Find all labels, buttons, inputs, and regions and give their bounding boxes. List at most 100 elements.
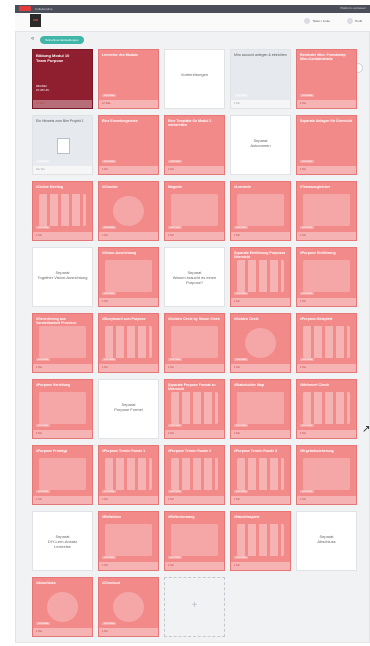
card-footer: 1 Teil: [99, 496, 158, 504]
board-card[interactable]: #Checkin Lernreise 1 Teil: [98, 181, 159, 241]
board-card[interactable]: #Lernziele Lernreise 1 Teil: [230, 181, 291, 241]
card-tag: Lernreise: [36, 160, 51, 163]
card-tag: Lernreise: [102, 556, 117, 559]
card-thumbnail: [171, 392, 218, 424]
card-title: #Abschluss: [36, 581, 56, 585]
board-card[interactable]: Lernreise des Moduls Lernreise 12 Teile: [98, 49, 159, 109]
profile-button[interactable]: Profil: [347, 18, 362, 24]
board-card[interactable]: Separate Einführung Purposes Übersicht Le…: [230, 247, 291, 307]
board-card[interactable]: Separate Purpose Format zu Übersicht Lern…: [164, 379, 225, 439]
board-card[interactable]: #Golden Circle Lernreise 1 Teil: [230, 313, 291, 373]
board-card[interactable]: #Golden Circle by Simon Sinek Lernreise 1 …: [164, 313, 225, 373]
board-card[interactable]: #Purpose-Beispiele Lernreise 1 Teil: [296, 313, 357, 373]
card-title: Reminder Miro: Formatstep Miro-Kontaktde…: [300, 53, 346, 61]
card-footer: 1 Teil: [231, 232, 290, 240]
board-card[interactable]: Vorbereitungen: [164, 49, 225, 109]
card-tag: Lernreise: [300, 424, 315, 427]
card-tag: Lernreise: [300, 292, 315, 295]
card-title: Separate Einführung Purposes Übersicht: [234, 251, 286, 259]
board-card[interactable]: Miro account anlegen & einrichten Lernrei…: [230, 49, 291, 109]
board-card[interactable]: #Checkout Lernreise 1 Teil: [98, 577, 159, 637]
card-tag: Lernreise: [102, 490, 117, 493]
app-header: ON Teilen / Invite Profil: [15, 13, 370, 31]
board-card[interactable]: #Reflexionsweg Lernreise 1 Teil: [164, 511, 225, 571]
card-thumbnail: [237, 392, 284, 424]
card-footer: 1 Teil: [297, 298, 356, 306]
card-date: 06/2022 07-08 Uhr: [36, 84, 50, 92]
card-footer: 1 Teil: [297, 496, 356, 504]
cursor-icon: ↗: [362, 424, 370, 435]
board-card[interactable]: #Mehrwert Check Lernreise 1 Teil: [296, 379, 357, 439]
board-card[interactable]: #Reflektion Lernreise 1 Teil: [98, 511, 159, 571]
card-footer: 1 Teil: [165, 496, 224, 504]
leave-platform-link[interactable]: Plattform verlassen: [340, 6, 366, 10]
add-card-button[interactable]: +: [164, 577, 225, 637]
card-thumbnail: [303, 392, 350, 424]
settings-chip[interactable]: Teilnehmer-Einstellungen: [40, 36, 84, 44]
profile-label: Profil: [355, 19, 362, 23]
board-card[interactable]: #Purpose Termin Runde 3 Lernreise 1 Teil: [230, 445, 291, 505]
card-footer: 1 Teil: [99, 298, 158, 306]
card-footer: 1 Teil: [99, 364, 158, 372]
board-card[interactable]: Bildung Modul 10 Team Purpose 06/2022 07-…: [32, 49, 93, 109]
card-footer: 1 Teil: [231, 298, 290, 306]
board-card[interactable]: #Purpose Prototyp Lernreise 1 Teil: [32, 445, 93, 505]
card-thumbnail: [171, 458, 218, 490]
card-title: Separate Anlagen für Übersicht: [300, 119, 353, 123]
card-thumbnail: [39, 392, 86, 424]
back-icon[interactable]: «: [31, 36, 34, 42]
card-center-label: Separat Purpose Formel: [114, 402, 143, 412]
board-card[interactable]: Eine Erwartungsreise Lernreise 1 Teil: [98, 115, 159, 175]
board-card[interactable]: Ein Hinweis zum Bim Projekt 1 Lernreise Nu…: [32, 115, 93, 175]
board-card[interactable]: Separat Abschluss: [296, 511, 357, 571]
card-center-label: Separat Ankommen: [250, 138, 271, 148]
card-thumbnail: [113, 592, 144, 622]
card-grid: Bildung Modul 10 Team Purpose 06/2022 07-…: [32, 49, 357, 637]
card-center-label: Separat Abschluss: [317, 534, 336, 544]
card-thumbnail: [303, 194, 350, 226]
card-footer: 1 Teil: [33, 496, 92, 504]
board-card[interactable]: #Purpose Termin Runde 2 Lernreise 1 Teil: [164, 445, 225, 505]
card-center-label: Separat DIY-Lern-Ansatz Lernreise: [47, 534, 78, 549]
board-card[interactable]: #Ergebnissicherung Lernreise 1 Teil: [296, 445, 357, 505]
board-card[interactable]: #Purpose Einführung Lernreise 1 Teil: [296, 247, 357, 307]
card-footer: 1 Teil: [165, 232, 224, 240]
board-card[interactable]: #Purpose Herleitung Lernreise 1 Teil: [32, 379, 93, 439]
card-tag: Lernreise: [102, 622, 117, 625]
board-card[interactable]: #Stakeholder Map Lernreise 1 Teil: [230, 379, 291, 439]
card-title: #Vision-Ausrichtung: [102, 251, 137, 255]
top-bar-title: Collaborative: [35, 6, 53, 11]
board-card[interactable]: #Online Meeting Lernreise 1 Teil: [32, 181, 93, 241]
board-card[interactable]: Separat Purpose Formel: [98, 379, 159, 439]
card-footer: 1 Teil: [297, 364, 356, 372]
board-card[interactable]: #Vision-Ausrichtung Lernreise 1 Teil: [98, 247, 159, 307]
card-thumbnail: [47, 592, 78, 622]
board-card[interactable]: #Handelsspiele Lernreise 1 Teil: [230, 511, 291, 571]
share-label: Teilen / Invite: [312, 19, 330, 23]
board-card[interactable]: #Storyboard zum Purpose Lernreise 1 Teil: [98, 313, 159, 373]
board-card[interactable]: Separate Anlagen für Übersicht Lernreise 1…: [296, 115, 357, 175]
board-card[interactable]: #Purpose Termin Runde 1 Lernreise 1 Teil: [98, 445, 159, 505]
card-center-label: Vorbereitungen: [180, 72, 209, 77]
card-tag: Lernreise: [102, 94, 117, 97]
share-button[interactable]: Teilen / Invite: [304, 18, 330, 24]
board-card[interactable]: #Abschluss Lernreise 1 Teil: [32, 577, 93, 637]
board-card[interactable]: Separat Ankommen: [230, 115, 291, 175]
card-title: #Mehrwert Check: [300, 383, 329, 387]
card-thumbnail: [237, 194, 284, 226]
board-card[interactable]: Separat Warum braucht es einen Purpose?: [164, 247, 225, 307]
board-card[interactable]: #Teamausgleicher Lernreise 1 Teil: [296, 181, 357, 241]
top-bar-left: Collaborative: [19, 6, 53, 11]
board-card[interactable]: Eine Template für Modul 2 vorbereiten Ler…: [164, 115, 225, 175]
card-tag: Lernreise: [300, 358, 315, 361]
board-card[interactable]: Separat DIY-Lern-Ansatz Lernreise: [32, 511, 93, 571]
card-title: #Purpose Termin Runde 2: [168, 449, 212, 453]
card-thumbnail: [105, 458, 152, 490]
board-card[interactable]: Separat Together Vision-Ausrichtung: [32, 247, 93, 307]
board-card[interactable]: Reminder Miro: Formatstep Miro-Kontaktde…: [296, 49, 357, 109]
board-card[interactable]: Magnete Lernreise 1 Teil: [164, 181, 225, 241]
card-footer: 1 Teil: [297, 232, 356, 240]
card-footer: 1 Teil: [165, 364, 224, 372]
board-card[interactable]: #Generierung aus Vorstellbarkeit Prozess…: [32, 313, 93, 373]
card-thumbnail: [303, 260, 350, 292]
